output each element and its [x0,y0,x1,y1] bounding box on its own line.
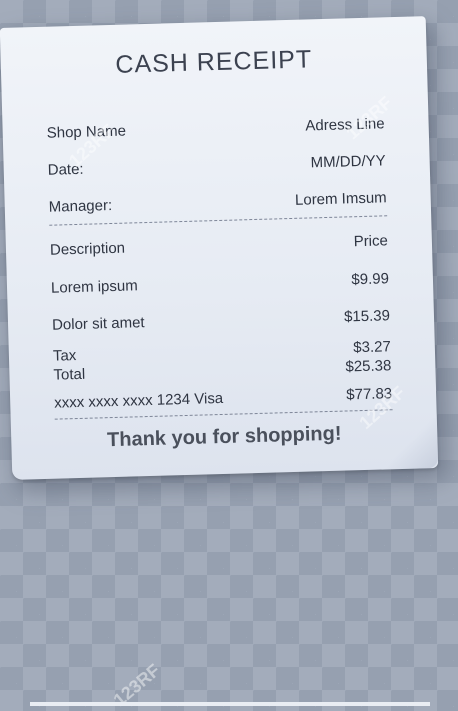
thank-you-message: Thank you for shopping! [106,422,342,452]
bottom-band [30,702,430,706]
receipt-title: CASH RECEIPT [115,45,313,79]
receipt: CASH RECEIPT Shop Name Adress Line Date:… [0,16,439,480]
manager-value: Lorem Imsum [294,189,387,209]
total-value: $25.38 [345,357,392,376]
card-value: $77.83 [346,385,393,404]
divider-bottom [54,409,393,420]
shop-name-label: Shop Name [46,122,127,142]
item-description: Dolor sit amet [51,314,145,334]
divider-top [49,215,388,226]
tax-value: $3.27 [353,338,392,357]
item-price: $15.39 [343,307,391,326]
address-value: Adress Line [305,115,385,135]
item-price: $9.99 [351,270,390,289]
date-label: Date: [47,160,84,179]
manager-row: Manager: Lorem Imsum [49,189,387,215]
manager-label: Manager: [48,196,113,216]
item-row: Lorem ipsum $9.99 [51,270,389,296]
date-value: MM/DD/YY [310,152,386,172]
shop-row: Shop Name Adress Line [46,115,384,141]
payment-row: xxxx xxxx xxxx 1234 Visa $77.83 [54,385,392,411]
description-header: Description [49,239,126,259]
items-header-row: Description Price [50,232,388,258]
totals-labels: Tax Total [53,346,86,385]
tax-label: Tax [52,347,77,365]
price-header: Price [353,232,389,251]
date-row: Date: MM/DD/YY [48,152,386,178]
total-label: Total [53,365,86,384]
totals-values: $3.27 $25.38 [345,337,392,376]
card-label: xxxx xxxx xxxx 1234 Visa [54,389,224,412]
item-description: Lorem ipsum [50,277,138,297]
item-row: Dolor sit amet $15.39 [52,307,390,333]
totals-row: Tax Total $3.27 $25.38 [53,337,392,384]
